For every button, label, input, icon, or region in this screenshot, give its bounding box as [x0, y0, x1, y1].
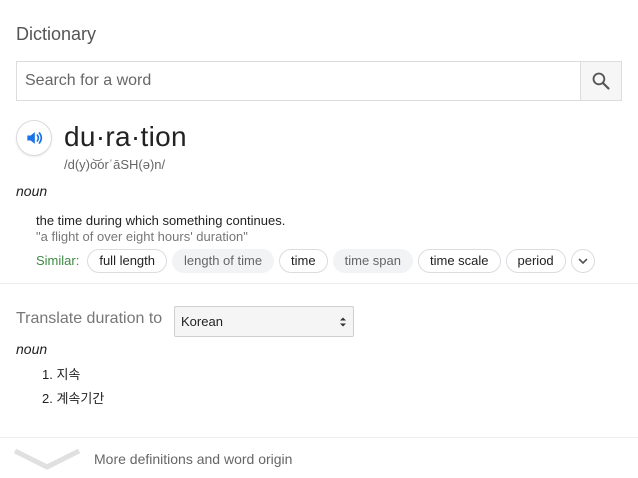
expand-similar-button[interactable] — [570, 248, 595, 273]
similar-chip-full-length[interactable]: full length — [87, 248, 167, 273]
chevron-down-icon — [578, 258, 587, 264]
search-input[interactable] — [17, 62, 580, 100]
similar-chip-period[interactable]: period — [505, 248, 566, 273]
search-icon — [592, 72, 610, 90]
definition-text: the time during which something continue… — [36, 213, 286, 228]
more-definitions-label: More definitions and word origin — [94, 451, 293, 467]
similar-words-row: Similar: full length length of time time… — [36, 248, 595, 273]
translation-part-of-speech: noun — [16, 341, 48, 357]
similar-label: Similar: — [36, 253, 80, 268]
similar-chip-time-span[interactable]: time span — [332, 248, 413, 273]
list-item: 1. 지속 — [42, 367, 81, 382]
search-button[interactable] — [580, 62, 621, 100]
similar-chip-time-scale[interactable]: time scale — [417, 248, 501, 273]
pronunciation-button[interactable] — [16, 120, 52, 156]
translate-label: Translate duration to — [16, 310, 163, 327]
speaker-icon — [27, 132, 43, 144]
section-divider — [0, 283, 638, 284]
select-arrows-icon — [340, 317, 346, 326]
part-of-speech: noun — [16, 183, 48, 199]
language-select[interactable]: Korean — [174, 306, 354, 337]
phonetic-spelling: /d(y)o͝orˈāSH(ə)n/ — [64, 157, 166, 172]
more-definitions-link[interactable]: More definitions and word origin — [0, 438, 638, 478]
similar-chip-time[interactable]: time — [279, 248, 328, 273]
translation-list: 1. 지속 2. 계속기간 — [42, 366, 104, 414]
chevron-down-icon — [14, 448, 80, 470]
dictionary-title: Dictionary — [16, 24, 97, 44]
definition-example: "a flight of over eight hours' duration" — [36, 229, 248, 244]
selected-language: Korean — [181, 314, 223, 329]
list-item: 2. 계속기간 — [42, 391, 105, 406]
similar-chip-length-of-time[interactable]: length of time — [172, 248, 275, 273]
search-box — [16, 61, 622, 101]
headword: du·ra·tion — [64, 121, 187, 152]
